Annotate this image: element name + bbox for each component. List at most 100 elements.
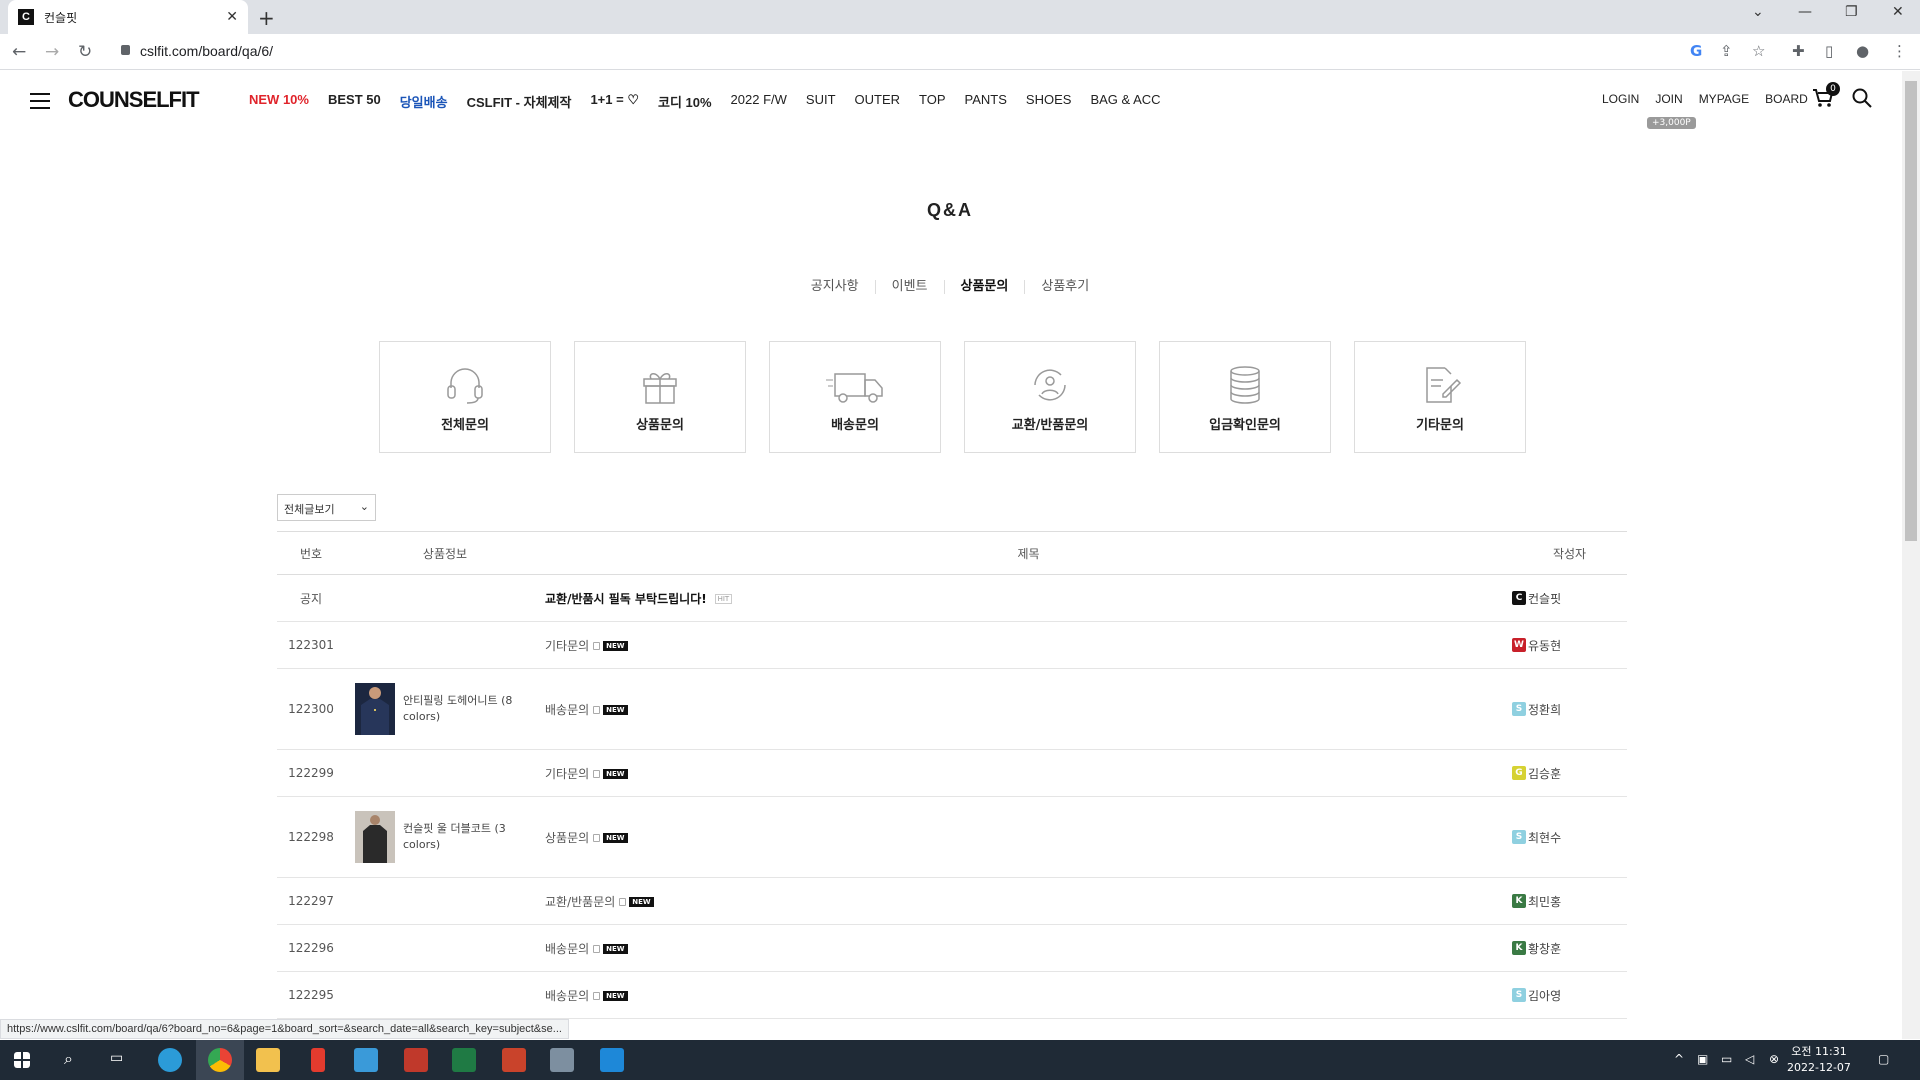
nav-item[interactable]: SHOES xyxy=(1026,92,1072,111)
volume-icon[interactable]: ◁ xyxy=(1745,1052,1754,1066)
subtab[interactable]: 상품문의 xyxy=(943,280,1025,294)
category-label: 상품문의 xyxy=(636,417,684,433)
notice-row[interactable]: 공지 교환/반품시 필독 부탁드립니다! HIT C 컨슬핏 xyxy=(277,574,1627,622)
search-icon[interactable] xyxy=(1852,88,1874,110)
nav-item[interactable]: OUTER xyxy=(855,92,901,111)
address-bar: ← → ↻ cslfit.com/board/qa/6/ G ⇪ ☆ ✚ ▯ ●… xyxy=(0,34,1920,70)
nav-item[interactable]: 코디 10% xyxy=(658,92,712,111)
post-title-link[interactable]: 배송문의 xyxy=(545,989,589,1003)
extensions-icon[interactable]: ✚ xyxy=(1792,42,1805,60)
vscode-icon[interactable] xyxy=(600,1048,624,1072)
product-name[interactable]: 안티필링 도헤어니트 (8 colors) xyxy=(403,693,518,725)
nav-item[interactable]: 당일배송 xyxy=(400,92,448,111)
top-right-links: LOGIN JOIN MYPAGE BOARD xyxy=(1602,92,1824,106)
nav-item[interactable]: TOP xyxy=(919,92,946,111)
clock-date: 2022-12-07 xyxy=(1787,1061,1851,1074)
nav-item[interactable]: BAG & ACC xyxy=(1090,92,1160,111)
category-all[interactable]: 전체문의 xyxy=(379,341,551,453)
restore-icon[interactable]: ❐ xyxy=(1845,4,1858,20)
minimize-icon[interactable]: — xyxy=(1798,4,1812,20)
excel-icon[interactable] xyxy=(452,1048,476,1072)
post-filter-select[interactable]: 전체글보기 ⌄ xyxy=(277,494,376,521)
scroll-thumb[interactable] xyxy=(1905,81,1917,541)
window-close-icon[interactable]: ✕ xyxy=(1892,4,1904,20)
tray-chevron-icon[interactable]: ^ xyxy=(1674,1052,1684,1066)
network-icon[interactable]: ▭ xyxy=(1721,1052,1732,1066)
table-row[interactable]: 122299 기타문의 NEW G 김승훈 xyxy=(277,749,1627,797)
mypage-link[interactable]: MYPAGE xyxy=(1699,92,1749,106)
table-row[interactable]: 122296 배송문의 NEW K 황창훈 xyxy=(277,924,1627,972)
taskbar-clock[interactable]: 오전 11:31 2022-12-07 xyxy=(1787,1044,1851,1076)
profile-icon[interactable]: ● xyxy=(1856,42,1869,60)
category-exchange[interactable]: 교환/반품문의 xyxy=(964,341,1136,453)
post-title-link[interactable]: 배송문의 xyxy=(545,703,589,717)
taskbar-search-icon[interactable]: ⌕ xyxy=(64,1049,73,1069)
nav-item[interactable]: CSLFIT - 자체제작 xyxy=(467,92,572,111)
table-row[interactable]: 122301 기타문의 NEW W 유동현 xyxy=(277,621,1627,669)
post-title-link[interactable]: 기타문의 xyxy=(545,767,589,781)
category-payment[interactable]: 입금확인문의 xyxy=(1159,341,1331,453)
subtab[interactable]: 공지사항 xyxy=(795,280,875,294)
cart-icon[interactable]: 0 xyxy=(1812,82,1840,110)
table-row[interactable]: 122298 컨슬핏 울 더블코트 (3 colors) 상품문의 NEW S 최현수 xyxy=(277,796,1627,878)
file-explorer-icon[interactable] xyxy=(256,1048,280,1072)
login-link[interactable]: LOGIN xyxy=(1602,92,1639,106)
table-row[interactable]: 122300 안티필링 도헤어니트 (8 colors) 배송문의 NEW S 정환희 xyxy=(277,668,1627,750)
calculator-icon[interactable] xyxy=(550,1048,574,1072)
writer-name: 김승훈 xyxy=(1528,766,1562,781)
chrome-icon[interactable] xyxy=(208,1048,232,1072)
notification-icon[interactable]: ▢ xyxy=(1878,1052,1889,1066)
side-panel-icon[interactable]: ▯ xyxy=(1825,42,1833,60)
chevron-down-icon: ⌄ xyxy=(359,500,369,513)
category-product[interactable]: 상품문의 xyxy=(574,341,746,453)
back-icon[interactable]: ← xyxy=(12,42,26,62)
table-row[interactable]: 122295 배송문의 NEW S 김아영 xyxy=(277,971,1627,1019)
access-icon[interactable] xyxy=(404,1048,428,1072)
headset-icon xyxy=(447,367,483,404)
board-link[interactable]: BOARD xyxy=(1765,92,1808,106)
chrome-menu-icon[interactable]: ⋮ xyxy=(1892,42,1907,60)
site-logo[interactable]: COUNSELFIT xyxy=(68,87,200,113)
nav-item[interactable]: 2022 F/W xyxy=(731,92,787,111)
powerpoint-icon[interactable] xyxy=(502,1048,526,1072)
nav-item[interactable]: SUIT xyxy=(806,92,836,111)
category-delivery[interactable]: 배송문의 xyxy=(769,341,941,453)
post-title-link[interactable]: 교환/반품문의 xyxy=(545,895,615,909)
browser-tab[interactable]: C 컨슬핏 ✕ xyxy=(8,0,248,34)
page-scrollbar[interactable] xyxy=(1902,71,1920,1039)
ime-icon[interactable]: ⊗ xyxy=(1769,1052,1779,1066)
post-title-link[interactable]: 기타문의 xyxy=(545,639,589,653)
nav-item[interactable]: NEW 10% xyxy=(249,92,309,111)
nav-item[interactable]: 1+1 = ♡ xyxy=(590,92,639,111)
edge-icon[interactable] xyxy=(158,1048,182,1072)
google-icon[interactable]: G xyxy=(1690,42,1702,60)
post-title-link[interactable]: 배송문의 xyxy=(545,942,589,956)
writer-grade-badge: S xyxy=(1512,988,1526,1002)
tab-search-icon[interactable]: ⌄ xyxy=(1752,4,1764,20)
share-icon[interactable]: ⇪ xyxy=(1720,42,1733,60)
windows-start-icon[interactable] xyxy=(14,1052,30,1068)
notice-title-link[interactable]: 교환/반품시 필독 부탁드립니다! xyxy=(545,592,707,606)
subtab[interactable]: 상품후기 xyxy=(1024,280,1105,294)
forward-icon[interactable]: → xyxy=(45,42,59,62)
product-name[interactable]: 컨슬핏 울 더블코트 (3 colors) xyxy=(403,821,518,853)
category-other[interactable]: 기타문의 xyxy=(1354,341,1526,453)
nav-item[interactable]: PANTS xyxy=(965,92,1007,111)
subtab[interactable]: 이벤트 xyxy=(874,280,944,294)
tab-close-icon[interactable]: ✕ xyxy=(226,9,238,25)
product-thumbnail[interactable] xyxy=(355,683,395,735)
reload-icon[interactable]: ↻ xyxy=(78,42,92,62)
app-icon[interactable] xyxy=(311,1048,325,1072)
tray-app-icon[interactable]: ▣ xyxy=(1697,1052,1708,1066)
hamburger-menu-icon[interactable] xyxy=(30,93,50,109)
join-link[interactable]: JOIN xyxy=(1655,92,1682,106)
task-view-icon[interactable]: ▭ xyxy=(110,1050,123,1066)
nav-item[interactable]: BEST 50 xyxy=(328,92,381,111)
post-title-link[interactable]: 상품문의 xyxy=(545,831,589,845)
url-field[interactable]: cslfit.com/board/qa/6/ xyxy=(140,43,273,59)
product-thumbnail[interactable] xyxy=(355,811,395,863)
new-tab-icon[interactable]: + xyxy=(258,6,275,30)
table-row[interactable]: 122297 교환/반품문의 NEW K 최민홍 xyxy=(277,877,1627,925)
bookmark-star-icon[interactable]: ☆ xyxy=(1752,42,1765,60)
app-icon[interactable] xyxy=(354,1048,378,1072)
